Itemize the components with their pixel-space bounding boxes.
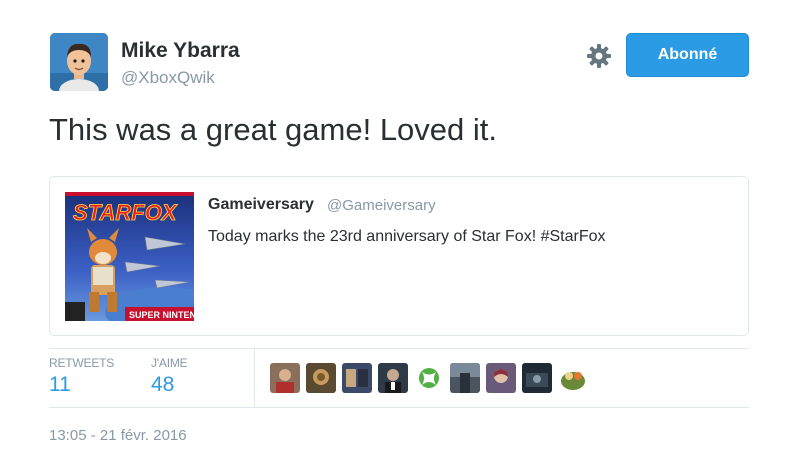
quoted-author-handle[interactable]: @Gameiversary xyxy=(327,197,436,214)
liker-avatar[interactable] xyxy=(270,363,300,393)
svg-text:SUPER NINTENDO: SUPER NINTENDO xyxy=(129,310,194,320)
author-handle[interactable]: @XboxQwik xyxy=(121,68,215,88)
quoted-tweet[interactable]: STARFOX SUPER NINTENDO Gameiversary @Gam… xyxy=(49,176,749,336)
stats-vertical-divider xyxy=(254,348,255,407)
quoted-author-name[interactable]: Gameiversary xyxy=(208,196,314,214)
quoted-tweet-text: Today marks the 23rd anniversary of Star… xyxy=(208,228,606,245)
svg-text:STARFOX: STARFOX xyxy=(73,200,178,225)
likes-count[interactable]: 48 xyxy=(151,373,174,397)
retweets-count[interactable]: 11 xyxy=(49,373,71,397)
tweet-timestamp[interactable]: 13:05 - 21 févr. 2016 xyxy=(49,427,187,444)
liker-avatar[interactable] xyxy=(378,363,408,393)
stats-bottom-divider xyxy=(49,407,749,408)
liker-avatar[interactable] xyxy=(522,363,552,393)
tweet-text: This was a great game! Loved it. xyxy=(49,112,498,147)
following-button[interactable]: Abonné xyxy=(626,33,749,77)
liker-avatar[interactable] xyxy=(558,363,588,393)
retweets-label[interactable]: RETWEETS xyxy=(49,356,114,370)
star-fox-box-art: STARFOX SUPER NINTENDO xyxy=(65,192,194,321)
stats-top-divider xyxy=(49,348,749,349)
gear-icon[interactable] xyxy=(586,43,612,69)
liker-avatar[interactable] xyxy=(450,363,480,393)
liker-avatar[interactable] xyxy=(306,363,336,393)
author-name[interactable]: Mike Ybarra xyxy=(121,39,240,63)
author-avatar[interactable] xyxy=(50,33,108,91)
liker-avatar[interactable] xyxy=(486,363,516,393)
xbox-logo-icon[interactable] xyxy=(414,363,444,393)
liker-avatar[interactable] xyxy=(342,363,372,393)
likes-label[interactable]: J'AIME xyxy=(151,356,188,370)
avatar-illustration xyxy=(50,33,108,91)
tweet-card: Mike Ybarra @XboxQwik Abonné This was a … xyxy=(0,0,794,461)
